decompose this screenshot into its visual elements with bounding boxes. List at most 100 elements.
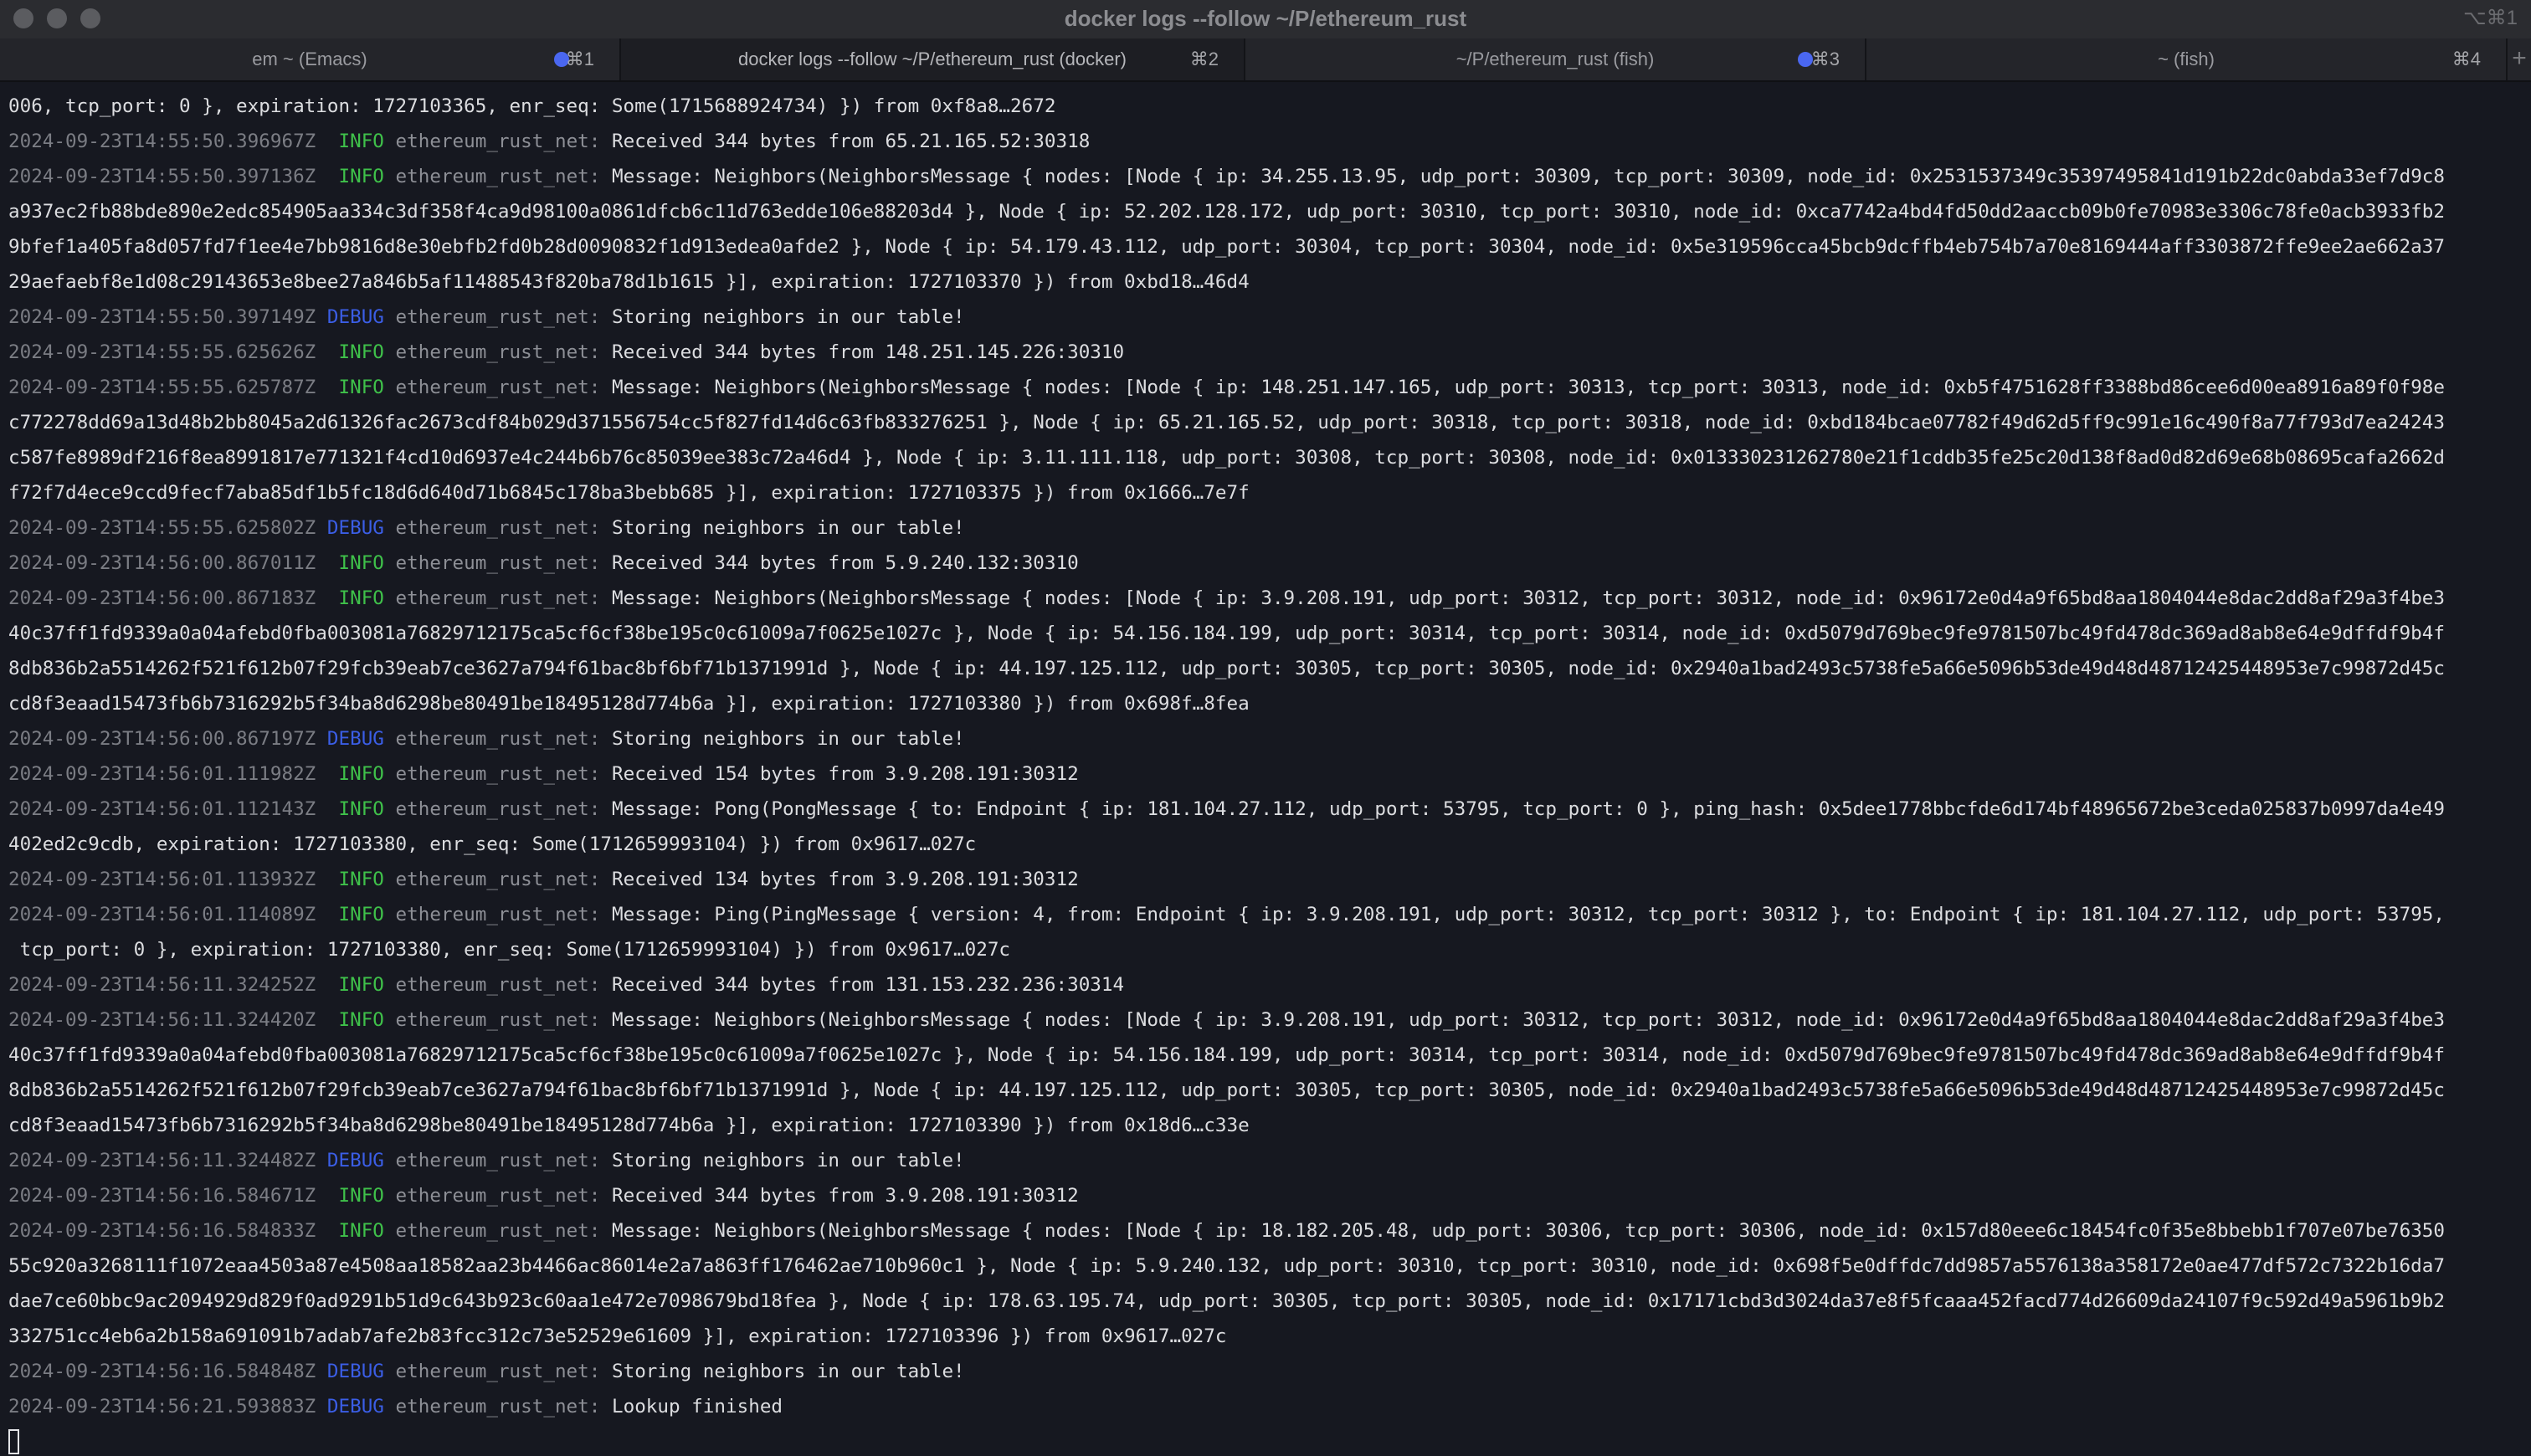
log-line-continuation: 40c37ff1fd9339a0a04afebd0fba003081a76829… (8, 616, 2528, 651)
log-timestamp: 2024-09-23T14:55:55.625802Z (8, 517, 316, 539)
new-tab-button[interactable]: + (2508, 38, 2531, 80)
log-line: 2024-09-23T14:56:21.593883Z DEBUG ethere… (8, 1389, 2528, 1424)
tab-emacs[interactable]: em ~ (Emacs) ⌘1 (0, 38, 621, 80)
log-text: 40c37ff1fd9339a0a04afebd0fba003081a76829… (8, 1044, 2445, 1066)
log-timestamp: 2024-09-23T14:55:50.396967Z (8, 131, 316, 152)
log-line: 2024-09-23T14:56:01.112143Z INFO ethereu… (8, 792, 2528, 827)
log-module: ethereum_rust_net: (395, 1396, 601, 1418)
title-bar: docker logs --follow ~/P/ethereum_rust ⌥… (0, 0, 2531, 38)
log-line: 2024-09-23T14:56:00.867197Z DEBUG ethere… (8, 721, 2528, 756)
log-module: ethereum_rust_net: (395, 1009, 601, 1031)
log-text: tcp_port: 0 }, expiration: 1727103380, e… (8, 939, 1011, 961)
log-timestamp: 2024-09-23T14:56:01.114089Z (8, 904, 316, 925)
log-level: DEBUG (326, 728, 384, 750)
terminal-output[interactable]: 006, tcp_port: 0 }, expiration: 17271033… (0, 85, 2531, 1456)
log-module: ethereum_rust_net: (395, 1150, 601, 1171)
log-text: 9bfef1a405fa8d057fd7f1ee4e7bb9816d8e30eb… (8, 236, 2445, 258)
log-level: INFO (338, 377, 384, 398)
tab-shortcut: ⌘4 (2451, 49, 2481, 69)
log-level: DEBUG (326, 1361, 384, 1382)
log-module: ethereum_rust_net: (395, 1185, 601, 1207)
log-message: Received 344 bytes from 131.153.232.236:… (612, 974, 1125, 996)
log-text: 55c920a3268111f1072eaa4503a87e4508aa1858… (8, 1255, 2445, 1277)
log-level: DEBUG (326, 1150, 384, 1171)
log-line: 2024-09-23T14:56:01.111982Z INFO ethereu… (8, 756, 2528, 792)
log-module: ethereum_rust_net: (395, 728, 601, 750)
log-text: dae7ce60bbc9ac2094929d829f0ad9291b51d9c6… (8, 1290, 2445, 1312)
log-timestamp: 2024-09-23T14:55:55.625787Z (8, 377, 316, 398)
terminal-window: docker logs --follow ~/P/ethereum_rust ⌥… (0, 0, 2531, 1456)
log-level: DEBUG (326, 306, 384, 328)
log-line-continuation: c587fe8989df216f8ea8991817e771321f4cd10d… (8, 440, 2528, 475)
tab-label: ~/P/ethereum_rust (fish) (1455, 49, 1655, 69)
log-module: ethereum_rust_net: (395, 306, 601, 328)
log-line-continuation: tcp_port: 0 }, expiration: 1727103380, e… (8, 932, 2528, 967)
log-message: Message: Neighbors(NeighborsMessage { no… (612, 166, 2446, 187)
log-text: 8db836b2a5514262f521f612b07f29fcb39eab7c… (8, 1079, 2445, 1101)
log-message: Received 134 bytes from 3.9.208.191:3031… (612, 869, 1079, 890)
log-line-continuation: cd8f3eaad15473fb6b7316292b5f34ba8d6298be… (8, 1108, 2528, 1143)
tab-shortcut: ⌘2 (1189, 49, 1219, 69)
log-message: Message: Neighbors(NeighborsMessage { no… (612, 1220, 2446, 1242)
log-message: Received 344 bytes from 65.21.165.52:303… (612, 131, 1091, 152)
log-text: 29aefaebf8e1d08c29143653e8bee27a846b5af1… (8, 271, 1250, 293)
log-line-continuation: 55c920a3268111f1072eaa4503a87e4508aa1858… (8, 1248, 2528, 1284)
log-level: INFO (338, 869, 384, 890)
log-timestamp: 2024-09-23T14:56:01.112143Z (8, 798, 316, 820)
tab-docker-logs[interactable]: docker logs --follow ~/P/ethereum_rust (… (621, 38, 1245, 80)
log-timestamp: 2024-09-23T14:56:00.867183Z (8, 587, 316, 609)
log-level: INFO (338, 166, 384, 187)
log-timestamp: 2024-09-23T14:56:16.584848Z (8, 1361, 316, 1382)
log-line: 2024-09-23T14:56:11.324482Z DEBUG ethere… (8, 1143, 2528, 1178)
log-message: Storing neighbors in our table! (611, 517, 965, 539)
log-line: 2024-09-23T14:56:00.867183Z INFO ethereu… (8, 581, 2528, 616)
window-title: docker logs --follow ~/P/ethereum_rust (1064, 6, 1467, 31)
log-module: ethereum_rust_net: (395, 166, 601, 187)
tab-shortcut: ⌘1 (565, 49, 594, 69)
tab-label: ~ (fish) (2158, 49, 2215, 69)
log-message: Storing neighbors in our table! (611, 1361, 965, 1382)
log-module: ethereum_rust_net: (395, 1220, 601, 1242)
log-message: Message: Neighbors(NeighborsMessage { no… (612, 1009, 2446, 1031)
log-level: INFO (338, 1185, 384, 1207)
log-text: f72f7d4ece9ccd9fecf7aba85df1b5fc18d6d640… (8, 482, 1250, 504)
tab-fish-project[interactable]: ~/P/ethereum_rust (fish) ⌘3 (1245, 38, 1866, 80)
window-shortcut: ⌥⌘1 (2462, 7, 2518, 29)
tab-fish-home[interactable]: ~ (fish) ⌘4 (1866, 38, 2508, 80)
log-line: 2024-09-23T14:55:50.396967Z INFO ethereu… (8, 124, 2528, 159)
log-line: 2024-09-23T14:56:16.584671Z INFO ethereu… (8, 1178, 2528, 1213)
log-level: INFO (338, 341, 384, 363)
log-line-continuation: c772278dd69a13d48b2bb8045a2d61326fac2673… (8, 405, 2528, 440)
log-module: ethereum_rust_net: (395, 552, 601, 574)
log-timestamp: 2024-09-23T14:55:55.625626Z (8, 341, 316, 363)
log-level: INFO (338, 763, 384, 785)
log-message: Lookup finished (611, 1396, 783, 1418)
log-text: 40c37ff1fd9339a0a04afebd0fba003081a76829… (8, 623, 2445, 644)
log-timestamp: 2024-09-23T14:56:00.867011Z (8, 552, 316, 574)
log-line-continuation: 006, tcp_port: 0 }, expiration: 17271033… (8, 89, 2528, 124)
tab-label: em ~ (Emacs) (252, 49, 367, 69)
log-line-continuation: 8db836b2a5514262f521f612b07f29fcb39eab7c… (8, 1073, 2528, 1108)
log-line-continuation: 402ed2c9cdb, expiration: 1727103380, enr… (8, 827, 2528, 862)
log-line: 2024-09-23T14:56:01.113932Z INFO ethereu… (8, 862, 2528, 897)
log-level: INFO (338, 552, 384, 574)
log-module: ethereum_rust_net: (395, 377, 601, 398)
log-message: Received 344 bytes from 148.251.145.226:… (612, 341, 1125, 363)
log-message: Received 344 bytes from 3.9.208.191:3031… (612, 1185, 1079, 1207)
log-line: 2024-09-23T14:56:16.584848Z DEBUG ethere… (8, 1354, 2528, 1389)
log-line: 2024-09-23T14:56:01.114089Z INFO ethereu… (8, 897, 2528, 932)
log-module: ethereum_rust_net: (395, 131, 601, 152)
log-message: Received 344 bytes from 5.9.240.132:3031… (612, 552, 1079, 574)
log-timestamp: 2024-09-23T14:56:16.584671Z (8, 1185, 316, 1207)
log-line: 2024-09-23T14:55:55.625626Z INFO ethereu… (8, 335, 2528, 370)
log-message: Received 154 bytes from 3.9.208.191:3031… (612, 763, 1079, 785)
log-module: ethereum_rust_net: (395, 798, 601, 820)
log-level: INFO (338, 587, 384, 609)
log-timestamp: 2024-09-23T14:56:11.324252Z (8, 974, 316, 996)
log-text: c587fe8989df216f8ea8991817e771321f4cd10d… (8, 447, 2445, 469)
log-message: Message: Pong(PongMessage { to: Endpoint… (612, 798, 2446, 820)
tab-shortcut: ⌘3 (1810, 49, 1840, 69)
log-module: ethereum_rust_net: (395, 341, 601, 363)
log-message: Message: Neighbors(NeighborsMessage { no… (612, 587, 2446, 609)
log-message: Message: Ping(PingMessage { version: 4, … (612, 904, 2446, 925)
